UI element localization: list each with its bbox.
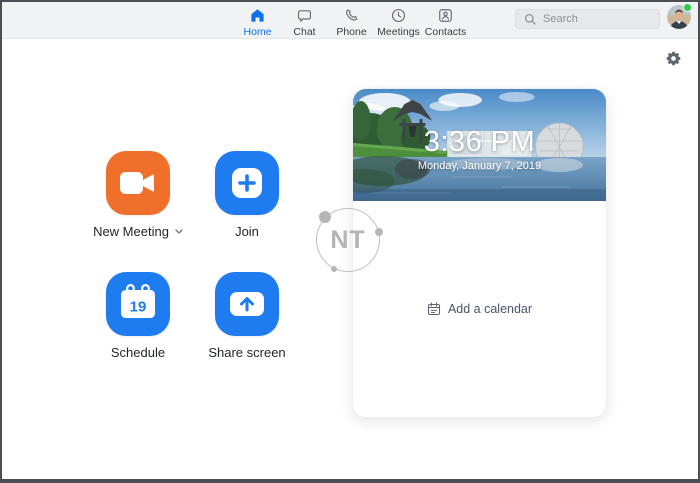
watermark-dot: [319, 211, 331, 223]
search-box[interactable]: [515, 9, 660, 29]
tab-meetings[interactable]: Meetings: [375, 2, 422, 38]
home-icon: [251, 9, 264, 22]
tab-label: Phone: [336, 26, 367, 38]
add-calendar-button[interactable]: Add a calendar: [353, 301, 606, 317]
tab-label: Meetings: [377, 26, 420, 38]
new-meeting-button[interactable]: [106, 151, 170, 215]
search-icon: [524, 13, 536, 25]
arrow-up-icon: [230, 292, 264, 316]
zoom-app-window: Home Chat Phone Meetings Contacts Search…: [2, 2, 698, 479]
contacts-icon: [439, 9, 452, 22]
watermark-dot: [331, 266, 337, 272]
share-screen-button[interactable]: [215, 272, 279, 336]
join-button[interactable]: [215, 151, 279, 215]
action-share-screen: Share screen: [185, 272, 309, 360]
add-calendar-label: Add a calendar: [447, 302, 533, 316]
clock-icon: [391, 8, 406, 23]
main-nav: Home Chat Phone Meetings Contacts: [234, 2, 469, 38]
calendar-icon: 19: [121, 284, 155, 318]
action-new-meeting: New Meeting: [76, 151, 200, 239]
tab-chat[interactable]: Chat: [281, 2, 328, 38]
tab-home[interactable]: Home: [234, 2, 281, 38]
tab-contacts[interactable]: Contacts: [422, 2, 469, 38]
video-camera-icon: [120, 172, 154, 194]
tab-label: Chat: [293, 26, 316, 38]
tab-label: Contacts: [424, 26, 467, 38]
chat-icon: [297, 10, 312, 22]
share-screen-label: Share screen: [208, 345, 286, 360]
chevron-down-icon[interactable]: [175, 229, 183, 234]
schedule-button[interactable]: 19: [106, 272, 170, 336]
tab-label: Home: [243, 26, 272, 38]
tab-phone[interactable]: Phone: [328, 2, 375, 38]
online-status-dot: [683, 3, 692, 12]
calendar-day-number: 19: [130, 299, 147, 316]
search-input[interactable]: [541, 12, 651, 26]
header: Home Chat Phone Meetings Contacts Search: [2, 2, 698, 39]
action-schedule: 19 Schedule: [76, 272, 200, 360]
settings-gear-icon[interactable]: [662, 47, 684, 69]
phone-icon: [346, 9, 358, 21]
clock-card: 3:36 PM Monday, January 7, 2019 Add a ca…: [352, 88, 607, 418]
plus-icon: [232, 168, 262, 198]
action-join: Join: [185, 151, 309, 239]
calendar-add-icon: [427, 302, 441, 316]
schedule-label: Schedule: [110, 345, 166, 360]
clock-card-photo: 3:36 PM Monday, January 7, 2019: [353, 89, 606, 201]
new-meeting-label: New Meeting: [93, 224, 169, 239]
avatar[interactable]: [667, 3, 692, 29]
join-label: Join: [235, 224, 259, 239]
ontario-place-photo: [353, 89, 606, 201]
